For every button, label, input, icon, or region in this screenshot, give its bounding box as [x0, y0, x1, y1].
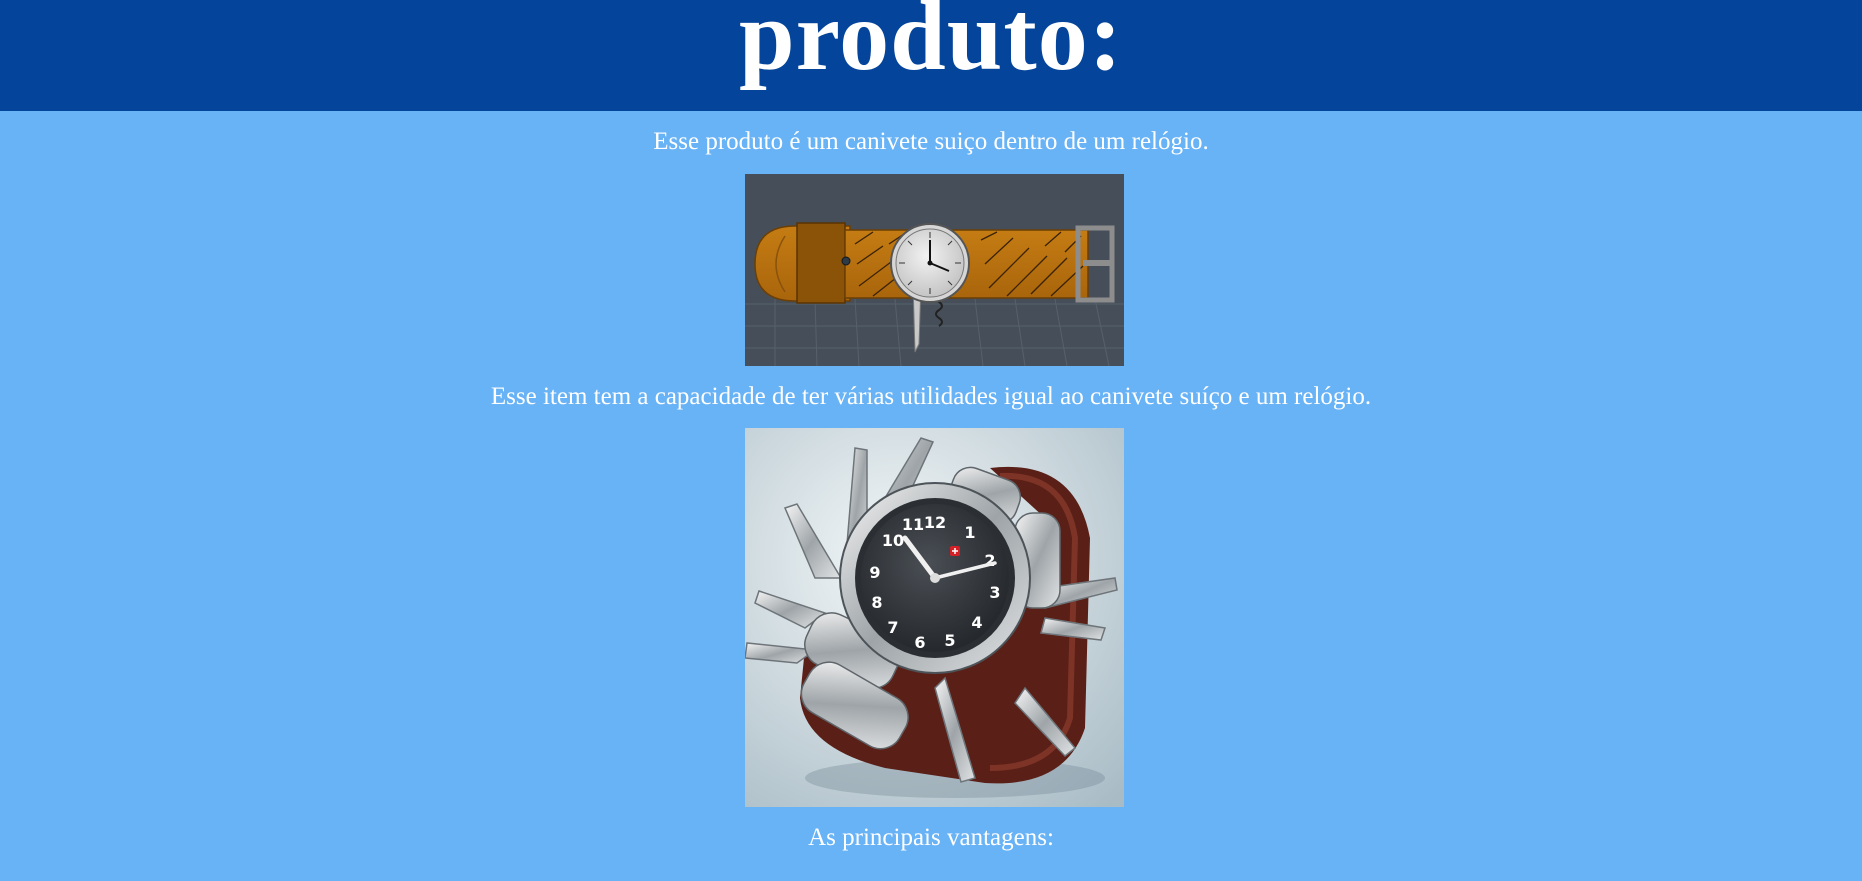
- product-description: Esse produto é um canivete suiço dentro …: [653, 128, 1209, 155]
- svg-text:11: 11: [902, 515, 924, 534]
- svg-text:4: 4: [971, 613, 982, 632]
- svg-text:5: 5: [944, 631, 955, 650]
- svg-text:12: 12: [924, 513, 946, 532]
- svg-text:1: 1: [964, 523, 975, 542]
- svg-text:9: 9: [869, 563, 880, 582]
- svg-text:7: 7: [887, 618, 898, 637]
- watch-knife-photo-image: 12 1 2 3 4 5 6 7 8 9 10 11: [745, 428, 1124, 807]
- page-title: produto:: [738, 0, 1124, 91]
- svg-text:2: 2: [984, 551, 995, 570]
- page-header: produto:: [0, 0, 1862, 111]
- watch-knife-photo-graphic: 12 1 2 3 4 5 6 7 8 9 10 11: [745, 428, 1124, 807]
- svg-text:8: 8: [871, 593, 882, 612]
- svg-text:10: 10: [882, 531, 904, 550]
- advantages-heading: As principais vantagens:: [808, 824, 1054, 851]
- watch-knife-render-graphic: [745, 174, 1124, 366]
- watch-knife-render-image: [745, 174, 1124, 366]
- svg-text:3: 3: [989, 583, 1000, 602]
- product-feature: Esse item tem a capacidade de ter várias…: [490, 383, 1372, 410]
- svg-text:6: 6: [914, 633, 925, 652]
